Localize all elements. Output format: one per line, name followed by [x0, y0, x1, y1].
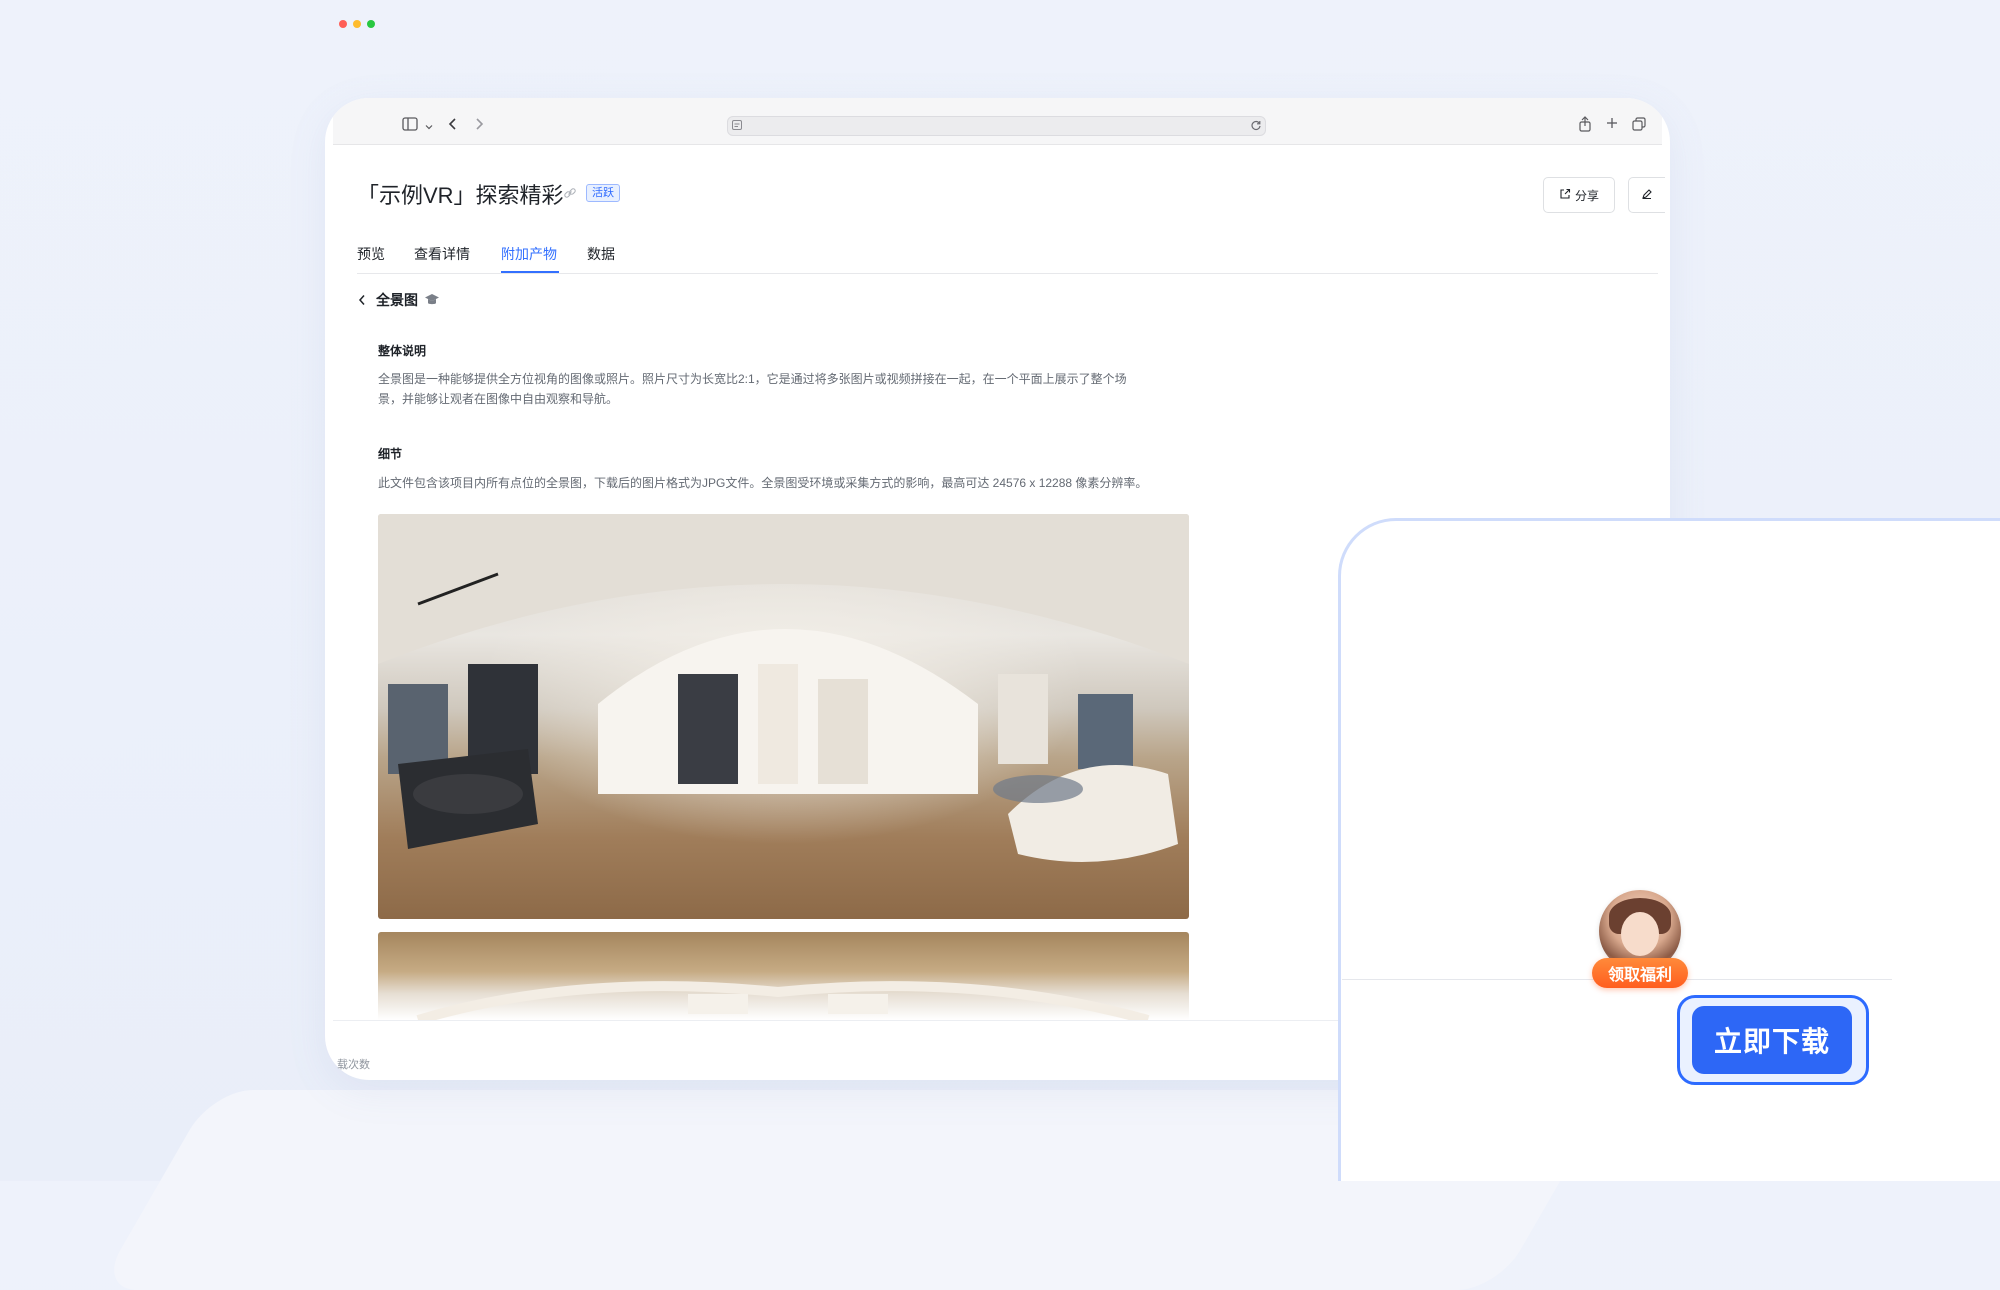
maximize-window-button[interactable]: [367, 20, 375, 28]
page-icon: [731, 119, 743, 133]
tabs-divider: [357, 273, 1658, 274]
details-heading: 细节: [378, 447, 403, 461]
details-text: 此文件包含该项目内所有点位的全景图，下载后的图片格式为JPG文件。全景图受环境或…: [378, 476, 1148, 490]
tab-details[interactable]: 查看详情: [414, 244, 470, 264]
download-count-label: 载次数: [337, 1059, 370, 1071]
back-chevron-icon[interactable]: [357, 293, 367, 312]
download-panel: [1338, 518, 2000, 1181]
minimize-window-button[interactable]: [353, 20, 361, 28]
chevron-right-icon[interactable]: [474, 117, 484, 133]
close-window-button[interactable]: [339, 20, 347, 28]
page-title: 「示例VR」探索精彩: [357, 183, 564, 208]
tabs-icon[interactable]: [1632, 117, 1646, 133]
edit-icon: [1641, 188, 1653, 203]
external-link-icon: [1559, 188, 1571, 203]
reload-icon[interactable]: [1250, 119, 1262, 133]
panorama-image-2[interactable]: [378, 932, 1189, 1020]
share-button-label: 分享: [1574, 188, 1599, 203]
breadcrumb: 全景图: [376, 292, 418, 308]
share-button[interactable]: 分享: [1543, 177, 1615, 213]
panorama-image[interactable]: [378, 514, 1189, 919]
address-bar[interactable]: [727, 116, 1266, 136]
graduation-cap-icon: [424, 292, 440, 313]
sidebar-icon[interactable]: [402, 117, 418, 133]
share-icon[interactable]: [1578, 116, 1592, 134]
edit-button[interactable]: [1628, 177, 1665, 213]
overview-heading: 整体说明: [378, 344, 427, 358]
overview-text-line2: 景，并能够让观者在图像中自由观察和导航。: [378, 392, 619, 406]
status-badge: 活跃: [586, 184, 620, 202]
plus-icon[interactable]: [1606, 117, 1618, 131]
tab-additional-products[interactable]: 附加产物: [501, 244, 557, 264]
download-now-button[interactable]: 立即下载: [1692, 1006, 1852, 1074]
overview-text-line1: 全景图是一种能够提供全方位视角的图像或照片。照片尺寸为长宽比2:1，它是通过将多…: [378, 372, 1127, 386]
claim-benefit-button[interactable]: 领取福利: [1592, 958, 1688, 988]
tab-data[interactable]: 数据: [587, 244, 615, 264]
chevron-down-icon[interactable]: [425, 119, 433, 133]
link-icon[interactable]: [563, 186, 577, 205]
avatar-face: [1621, 912, 1659, 956]
chevron-left-icon[interactable]: [448, 117, 458, 133]
tab-preview[interactable]: 预览: [357, 244, 385, 264]
